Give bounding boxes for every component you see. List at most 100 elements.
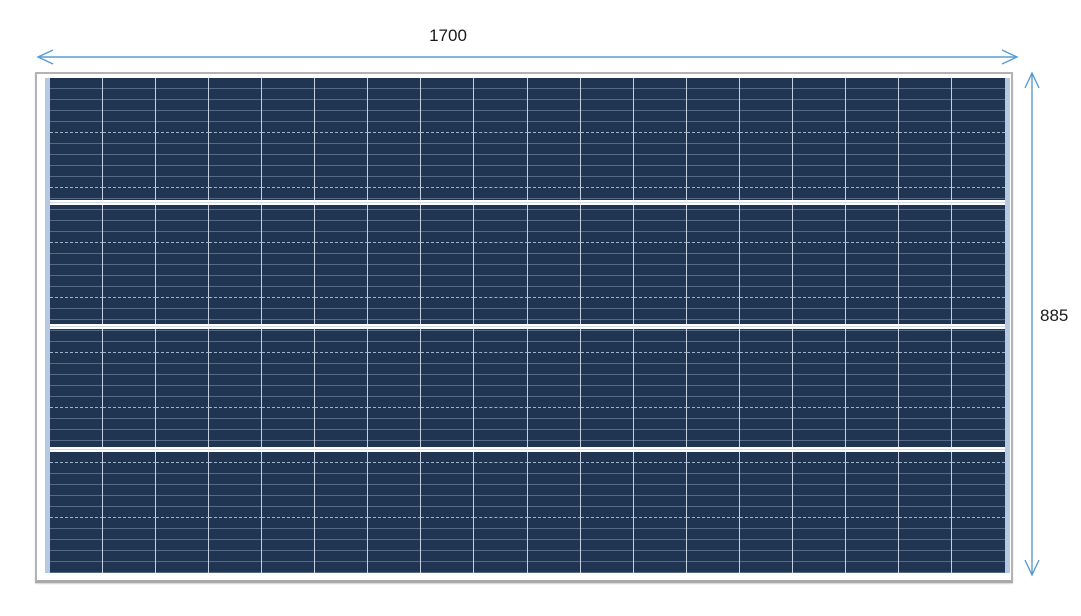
busbar-band (50, 324, 1005, 329)
solar-cell (262, 463, 316, 518)
solar-cell (898, 243, 952, 298)
solar-cell (686, 243, 740, 298)
solar-cell (898, 78, 952, 133)
solar-cell (209, 463, 263, 518)
solar-cell (739, 188, 793, 243)
solar-cell (103, 188, 157, 243)
solar-cell (50, 243, 104, 298)
arrow-up-icon (1024, 71, 1040, 89)
solar-cell (898, 463, 952, 518)
solar-cell (156, 188, 210, 243)
solar-cell (368, 243, 422, 298)
solar-cell (315, 78, 369, 133)
solar-cell (50, 408, 104, 463)
solar-cell (898, 408, 952, 463)
solar-cell (368, 518, 422, 573)
solar-cell (951, 463, 1005, 518)
solar-cell (103, 518, 157, 573)
solar-cell (315, 188, 369, 243)
solar-cell (792, 518, 846, 573)
solar-cell (739, 463, 793, 518)
solar-cell (792, 353, 846, 408)
solar-cell (262, 188, 316, 243)
solar-cell (792, 133, 846, 188)
solar-cell (262, 353, 316, 408)
solar-cell (156, 518, 210, 573)
arrow-down-icon (1024, 559, 1040, 577)
solar-cell (845, 243, 899, 298)
solar-cell (580, 133, 634, 188)
solar-cell (951, 78, 1005, 133)
solar-cell (315, 243, 369, 298)
solar-cell (792, 243, 846, 298)
solar-cell (262, 243, 316, 298)
solar-cell (739, 518, 793, 573)
solar-cell (951, 353, 1005, 408)
solar-cell (898, 133, 952, 188)
solar-cell (474, 133, 528, 188)
solar-cell (50, 188, 104, 243)
solar-cell (368, 188, 422, 243)
solar-cell (527, 78, 581, 133)
solar-cell (421, 243, 475, 298)
solar-cell (156, 243, 210, 298)
solar-cell (580, 408, 634, 463)
solar-cell (951, 243, 1005, 298)
solar-cell (580, 353, 634, 408)
solar-cell (209, 78, 263, 133)
solar-cell (527, 243, 581, 298)
solar-cell (421, 188, 475, 243)
solar-cell (368, 78, 422, 133)
solar-cell (50, 133, 104, 188)
solar-cell (368, 353, 422, 408)
solar-cell (527, 188, 581, 243)
solar-cell (633, 353, 687, 408)
solar-cell (792, 78, 846, 133)
solar-cell (209, 353, 263, 408)
height-dimension-arrow-line (1024, 71, 1040, 577)
solar-cell (368, 463, 422, 518)
solar-cell (474, 408, 528, 463)
solar-cell (368, 133, 422, 188)
solar-cell (686, 518, 740, 573)
solar-cell (209, 518, 263, 573)
solar-cell (951, 133, 1005, 188)
solar-cell (421, 78, 475, 133)
solar-cell (156, 408, 210, 463)
solar-cell (792, 463, 846, 518)
solar-cell (580, 188, 634, 243)
solar-cell (421, 133, 475, 188)
solar-cell (474, 188, 528, 243)
solar-cell (898, 518, 952, 573)
solar-cell (421, 463, 475, 518)
solar-cell (315, 518, 369, 573)
solar-cell (474, 518, 528, 573)
solar-cell (421, 518, 475, 573)
solar-cell (792, 188, 846, 243)
busbar-band (50, 200, 1005, 205)
arrow-left-icon (36, 49, 54, 65)
solar-cell (633, 243, 687, 298)
solar-cell (315, 353, 369, 408)
solar-cell (633, 408, 687, 463)
solar-cell (315, 133, 369, 188)
solar-cell (421, 408, 475, 463)
solar-cell (739, 408, 793, 463)
solar-cell (633, 463, 687, 518)
solar-cell (951, 188, 1005, 243)
solar-cell (103, 463, 157, 518)
solar-cell (898, 353, 952, 408)
solar-cell (103, 78, 157, 133)
solar-cell (739, 243, 793, 298)
solar-cell (156, 353, 210, 408)
solar-cell (739, 133, 793, 188)
solar-cell (368, 408, 422, 463)
solar-cell (845, 408, 899, 463)
diagram-canvas: 1700 885 (0, 0, 1081, 616)
solar-cell (103, 133, 157, 188)
solar-cell (580, 518, 634, 573)
solar-cell (103, 408, 157, 463)
solar-cell (315, 463, 369, 518)
solar-cell (209, 243, 263, 298)
solar-cell (209, 133, 263, 188)
